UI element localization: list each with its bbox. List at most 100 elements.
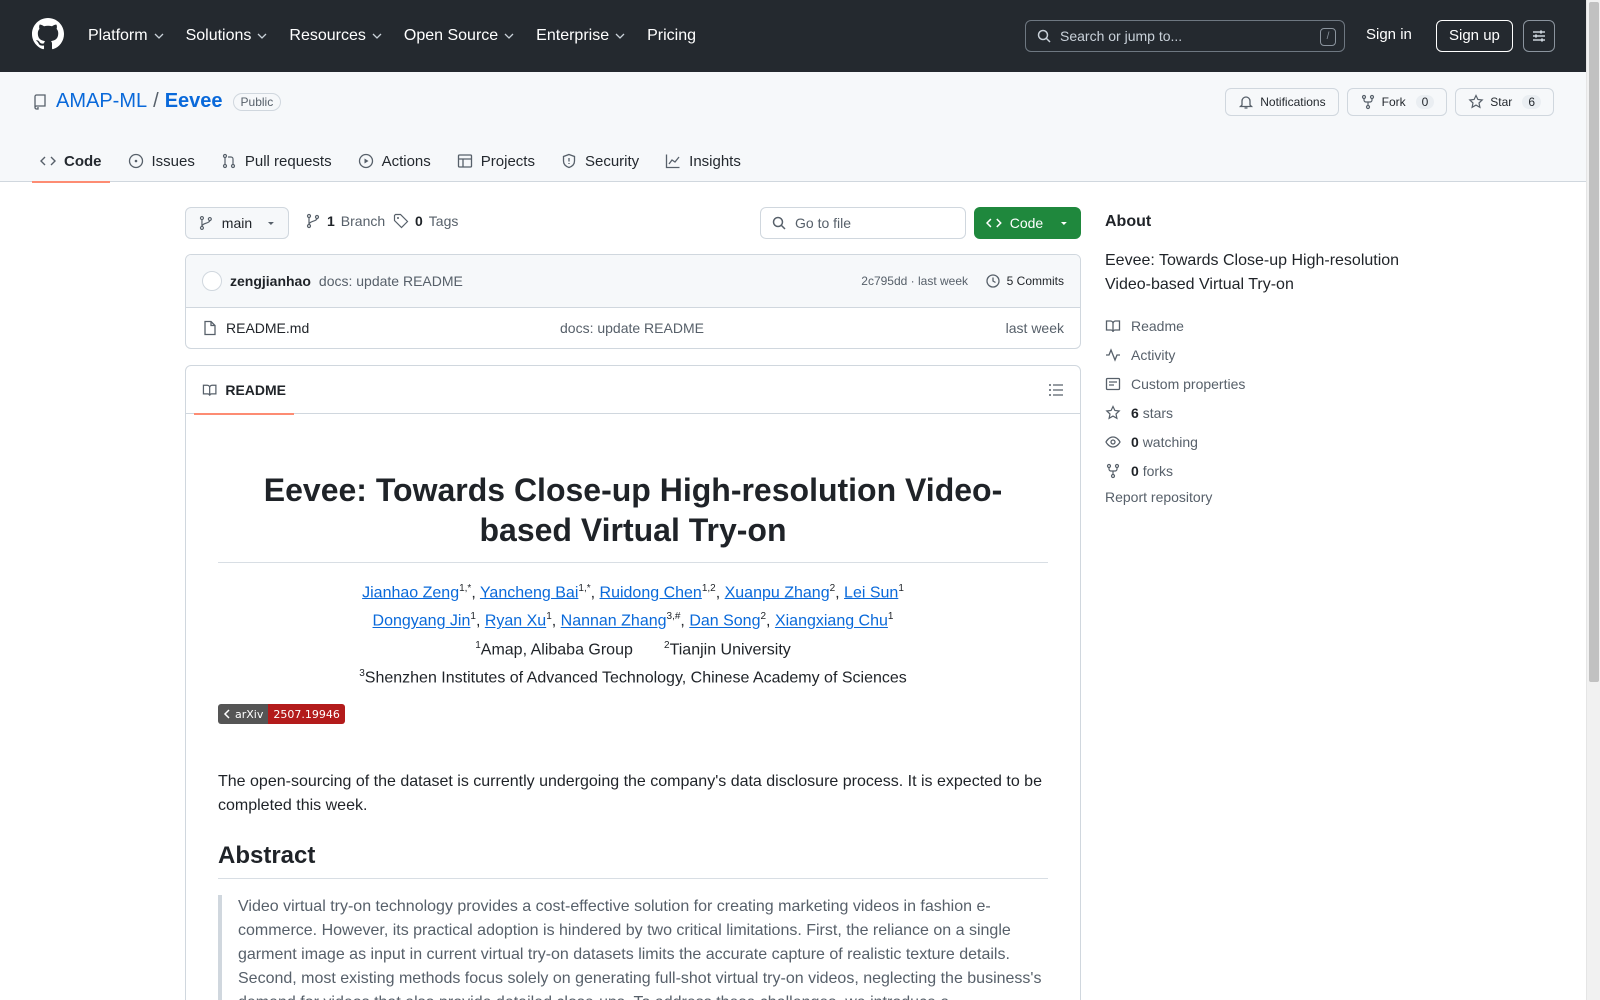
watching-link[interactable]: 0 watching: [1105, 427, 1435, 456]
repo-header: AMAP-ML / Eevee Public Notifications For…: [0, 72, 1586, 183]
author-sup: 1: [898, 583, 904, 594]
pull-request-icon: [222, 153, 235, 169]
commit-meta[interactable]: 2c795dd · last week: [861, 274, 968, 288]
branch-select[interactable]: main: [185, 207, 289, 239]
settings-menu-button[interactable]: [1523, 20, 1555, 52]
nav-label: Platform: [88, 27, 148, 44]
arxiv-logo-icon: [223, 709, 230, 719]
author-link[interactable]: Ruidong Chen: [600, 584, 702, 601]
nav-label: Resources: [289, 27, 366, 44]
custom-properties-label: Custom properties: [1131, 375, 1246, 392]
arxiv-badge[interactable]: arXiv 2507.19946: [218, 704, 345, 725]
author-sup: 1,*: [459, 583, 472, 594]
tab-insights[interactable]: Insights: [657, 140, 749, 182]
about-description: Eevee: Towards Close-up High-resolution …: [1105, 252, 1400, 293]
go-to-file-placeholder: Go to file: [795, 215, 852, 231]
tab-code[interactable]: Code: [32, 140, 110, 183]
readme-link[interactable]: Readme: [1105, 311, 1435, 340]
badge-left-text: arXiv: [235, 707, 264, 721]
file-time: last week: [1005, 320, 1064, 336]
author-sup: 1: [546, 611, 552, 623]
go-to-file-input[interactable]: Go to file: [760, 207, 966, 239]
code-button-label: Code: [1009, 215, 1044, 231]
author-sup: 2: [760, 611, 767, 623]
file-commit-message[interactable]: docs: update README: [560, 320, 704, 336]
code-dropdown-button[interactable]: Code: [974, 207, 1081, 239]
search-input[interactable]: Search or jump to... /: [1025, 20, 1345, 52]
about-heading: About: [1105, 213, 1152, 230]
watching-count: 0: [1131, 433, 1139, 450]
search-shortcut-key: /: [1320, 28, 1336, 46]
sign-in-link[interactable]: Sign in: [1366, 26, 1412, 43]
author-link[interactable]: Xiangxiang Chu: [775, 613, 888, 630]
custom-properties-link[interactable]: Custom properties: [1105, 369, 1435, 398]
author-link[interactable]: Ryan Xu: [485, 613, 546, 630]
readme-tab[interactable]: README: [194, 366, 294, 415]
nav-pricing[interactable]: Pricing: [647, 27, 696, 45]
author-link[interactable]: Jianhao Zeng: [362, 584, 459, 601]
nav-platform[interactable]: Platform: [88, 27, 164, 45]
nav-resources[interactable]: Resources: [289, 27, 382, 45]
avatar[interactable]: [202, 271, 222, 291]
authors: Jianhao Zeng1,*, Yancheng Bai1,*, Ruidon…: [218, 577, 1048, 690]
tab-security[interactable]: Security: [553, 140, 647, 182]
file-name[interactable]: README.md: [226, 320, 309, 336]
issue-icon: [128, 153, 143, 169]
tab-issues[interactable]: Issues: [120, 140, 203, 182]
activity-link[interactable]: Activity: [1105, 340, 1435, 369]
commit-message[interactable]: docs: update README: [319, 273, 463, 289]
author-link[interactable]: Dan Song: [689, 613, 760, 630]
repo-owner-link[interactable]: AMAP-ML: [56, 90, 147, 113]
github-logo-icon[interactable]: [32, 18, 64, 50]
commits-link[interactable]: 5 Commits: [985, 273, 1064, 289]
watching-label: watching: [1142, 433, 1198, 450]
author-link[interactable]: Xuanpu Zhang: [725, 584, 830, 601]
notifications-button[interactable]: Notifications: [1225, 88, 1339, 116]
note-icon: [1105, 377, 1121, 390]
repo-separator: /: [153, 90, 159, 112]
code-icon: [40, 156, 56, 166]
branch-count: 1: [327, 213, 335, 229]
abstract-text: Video virtual try-on technology provides…: [218, 895, 1048, 1000]
table-icon: [457, 154, 472, 168]
tags-link[interactable]: 0 Tags: [393, 213, 458, 229]
branches-link[interactable]: 1 Branch: [305, 213, 385, 229]
tab-actions[interactable]: Actions: [350, 140, 439, 182]
activity-link-label: Activity: [1131, 346, 1176, 363]
tag-label: Tags: [428, 213, 459, 229]
scrollbar-thumb[interactable]: [1589, 2, 1599, 682]
fork-button[interactable]: Fork 0: [1346, 88, 1448, 116]
repo-name-link[interactable]: Eevee: [165, 90, 223, 113]
author-link[interactable]: Yancheng Bai: [480, 584, 578, 601]
tab-pull-requests[interactable]: Pull requests: [213, 140, 340, 182]
commit-author[interactable]: zengjianhao: [230, 273, 311, 289]
readme-panel: README Eevee: Towards Close-up High-reso…: [185, 365, 1081, 1000]
author-sup: 1,*: [578, 583, 591, 594]
author-link[interactable]: Lei Sun: [844, 584, 898, 601]
sign-up-button[interactable]: Sign up: [1436, 20, 1513, 52]
nav-solutions[interactable]: Solutions: [186, 27, 268, 45]
graph-icon: [666, 154, 680, 169]
file-row[interactable]: README.md docs: update README last week: [186, 308, 1080, 348]
report-repository-link[interactable]: Report repository: [1105, 489, 1435, 505]
book-icon: [202, 384, 217, 396]
author-link[interactable]: Dongyang Jin: [373, 613, 471, 630]
stars-link[interactable]: 6 stars: [1105, 398, 1435, 427]
branch-label: Branch: [340, 213, 386, 229]
shield-icon: [562, 153, 576, 169]
code-icon: [986, 218, 1002, 228]
nav-open-source[interactable]: Open Source: [404, 27, 514, 45]
page-scrollbar[interactable]: [1586, 0, 1600, 1000]
star-button[interactable]: Star 6: [1455, 88, 1554, 116]
forks-link[interactable]: 0 forks: [1105, 456, 1435, 485]
tab-projects[interactable]: Projects: [449, 140, 543, 182]
nav-enterprise[interactable]: Enterprise: [536, 27, 625, 45]
list-icon[interactable]: [1048, 382, 1064, 398]
caret-down-icon: [1061, 222, 1068, 225]
author-link[interactable]: Nannan Zhang: [561, 613, 667, 630]
affiliations-line-2: 3Shenzhen Institutes of Advanced Technol…: [218, 662, 1048, 690]
notifications-label: Notifications: [1260, 95, 1326, 109]
book-icon: [1105, 319, 1121, 332]
tab-label: Code: [64, 152, 102, 170]
branch-icon: [199, 215, 212, 231]
